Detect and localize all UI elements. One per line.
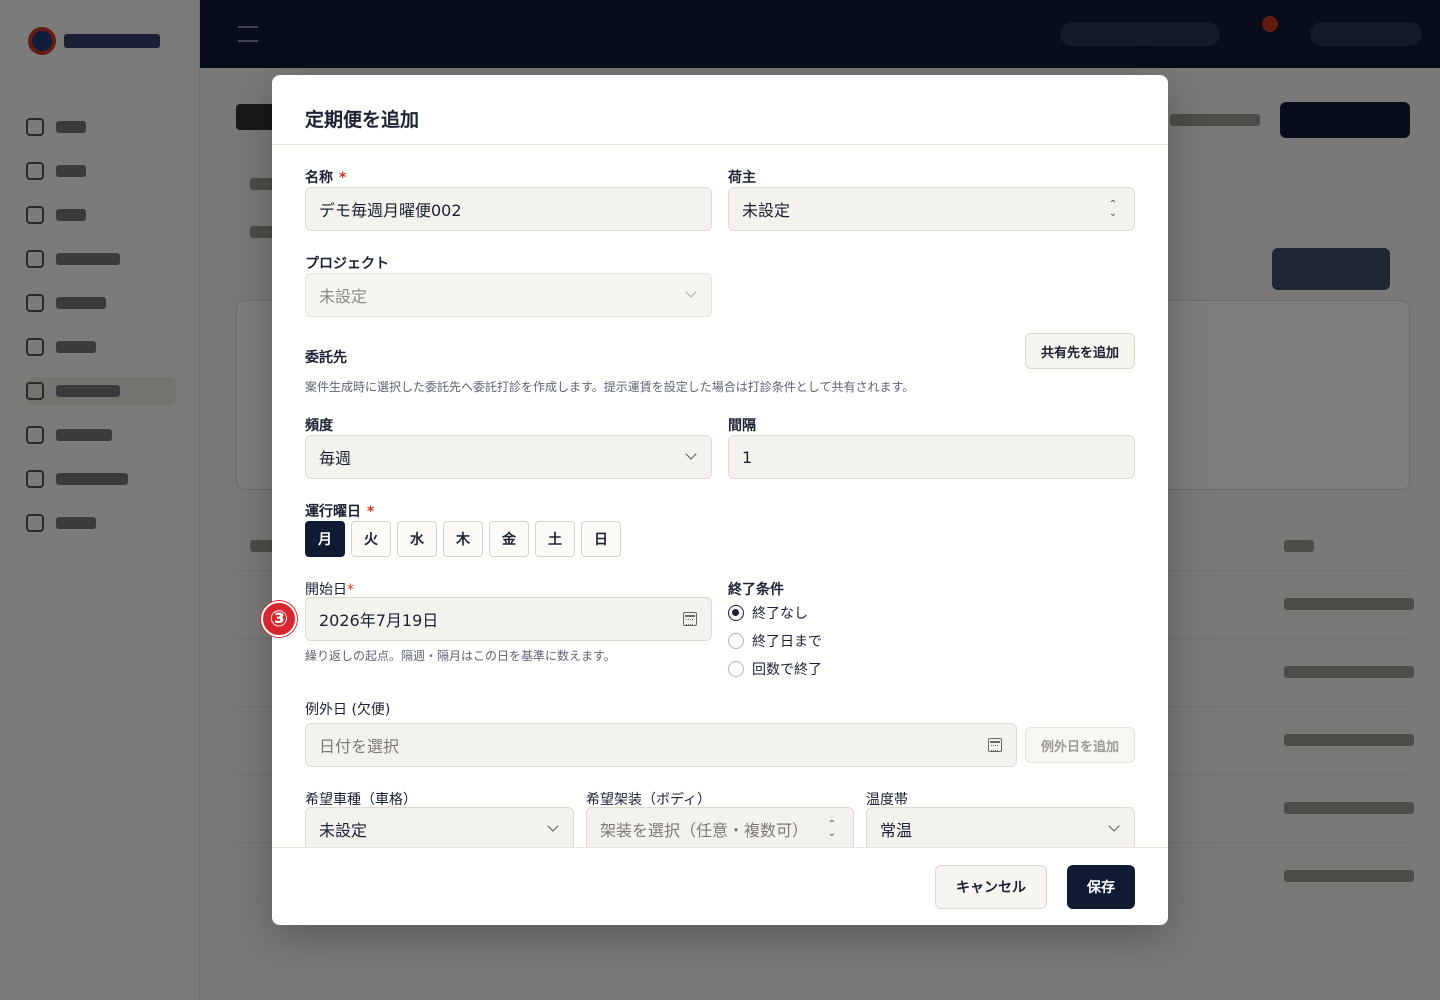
- add-exception-date-button[interactable]: 例外日を追加: [1025, 727, 1135, 763]
- chevron-down-icon: [685, 448, 697, 460]
- end-option-by-count[interactable]: 回数で終了: [728, 659, 822, 679]
- required-mark: *: [339, 170, 347, 186]
- end-option-label: 回数で終了: [752, 662, 822, 678]
- weekday-toggle-sun[interactable]: 日: [581, 521, 621, 557]
- modal-footer: キャンセル 保存: [272, 847, 1168, 925]
- modal-body: 名称 * デモ毎週月曜便002 荷主 未設定 ⌃ ⌄ プロジェクト 未設定 委託先 …: [272, 145, 1168, 847]
- end-option-none[interactable]: 終了なし: [728, 603, 808, 623]
- temperature-label: 温度帯: [866, 792, 908, 808]
- weekday-toggle-mon[interactable]: 月: [305, 521, 345, 557]
- interval-value: 1: [742, 447, 753, 467]
- end-option-label: 終了なし: [752, 606, 808, 622]
- name-value: デモ毎週月曜便002: [319, 201, 462, 220]
- shipper-label: 荷主: [728, 170, 756, 186]
- chevron-down-icon: [547, 820, 559, 832]
- start-date-value: 2026年7月19日: [319, 611, 439, 630]
- add-share-button[interactable]: 共有先を追加: [1025, 333, 1135, 369]
- cancel-button[interactable]: キャンセル: [935, 865, 1047, 909]
- radio-selected-icon[interactable]: [728, 605, 744, 621]
- chevron-down-icon: [1108, 820, 1120, 832]
- subcontractor-help-text: 案件生成時に選択した委託先へ委託打診を作成します。提示運賃を設定した場合は打診条…: [305, 380, 915, 394]
- shipper-select[interactable]: 未設定 ⌃ ⌄: [728, 187, 1135, 231]
- weekday-toggle-thu[interactable]: 木: [443, 521, 483, 557]
- interval-input[interactable]: 1: [728, 435, 1135, 479]
- modal-title: 定期便を追加: [305, 109, 420, 131]
- start-date-input[interactable]: 2026年7月19日: [305, 597, 712, 641]
- save-button[interactable]: 保存: [1067, 865, 1135, 909]
- calendar-icon[interactable]: [988, 738, 1002, 752]
- exception-date-input[interactable]: 日付を選択: [305, 723, 1017, 767]
- weekday-toggle-fri[interactable]: 金: [489, 521, 529, 557]
- temperature-select[interactable]: 常温: [866, 807, 1135, 847]
- weekday-label: 運行曜日 *: [305, 504, 375, 520]
- chevron-down-icon: [685, 286, 697, 298]
- add-recurring-delivery-dialog: 定期便を追加 名称 * デモ毎週月曜便002 荷主 未設定 ⌃ ⌄ プロジェクト 未…: [272, 75, 1168, 925]
- project-label: プロジェクト: [305, 256, 389, 272]
- name-label: 名称 *: [305, 170, 347, 186]
- shipper-value: 未設定: [742, 201, 791, 220]
- updown-chevron-icon: ⌃ ⌄: [1108, 199, 1118, 219]
- project-select[interactable]: 未設定: [305, 273, 712, 317]
- end-option-until-date[interactable]: 終了日まで: [728, 631, 822, 651]
- frequency-select[interactable]: 毎週: [305, 435, 712, 479]
- exception-date-label: 例外日 (欠便): [305, 702, 391, 718]
- end-condition-label: 終了条件: [728, 582, 784, 598]
- body-type-placeholder: 架装を選択（任意・複数可）: [600, 821, 809, 840]
- exception-date-placeholder: 日付を選択: [319, 737, 400, 756]
- weekday-toggle-tue[interactable]: 火: [351, 521, 391, 557]
- step-number-badge: ③: [261, 601, 297, 637]
- body-type-select[interactable]: 架装を選択（任意・複数可） ⌃ ⌄: [586, 807, 854, 847]
- vehicle-type-label: 希望車種（車格）: [305, 792, 417, 808]
- project-value: 未設定: [319, 287, 368, 306]
- frequency-label: 頻度: [305, 418, 333, 434]
- start-date-help-text: 繰り返しの起点。隔週・隔月はこの日を基準に数えます。: [305, 649, 616, 663]
- temperature-value: 常温: [880, 821, 913, 840]
- weekday-toggle-wed[interactable]: 水: [397, 521, 437, 557]
- name-input[interactable]: デモ毎週月曜便002: [305, 187, 712, 231]
- updown-chevron-icon: ⌃ ⌄: [827, 819, 837, 839]
- vehicle-type-select[interactable]: 未設定: [305, 807, 574, 847]
- frequency-value: 毎週: [319, 449, 352, 468]
- start-date-label: 開始日*: [305, 582, 354, 598]
- radio-icon[interactable]: [728, 633, 744, 649]
- required-mark: *: [347, 582, 354, 598]
- interval-label: 間隔: [728, 418, 756, 434]
- subcontractor-label: 委託先: [305, 350, 347, 366]
- weekday-toggle-sat[interactable]: 土: [535, 521, 575, 557]
- required-mark: *: [367, 504, 375, 520]
- calendar-icon[interactable]: [683, 612, 697, 626]
- radio-icon[interactable]: [728, 661, 744, 677]
- modal-header: 定期便を追加: [272, 75, 1168, 145]
- body-type-label: 希望架装（ボディ）: [586, 792, 712, 808]
- vehicle-type-value: 未設定: [319, 821, 368, 840]
- end-option-label: 終了日まで: [752, 634, 822, 650]
